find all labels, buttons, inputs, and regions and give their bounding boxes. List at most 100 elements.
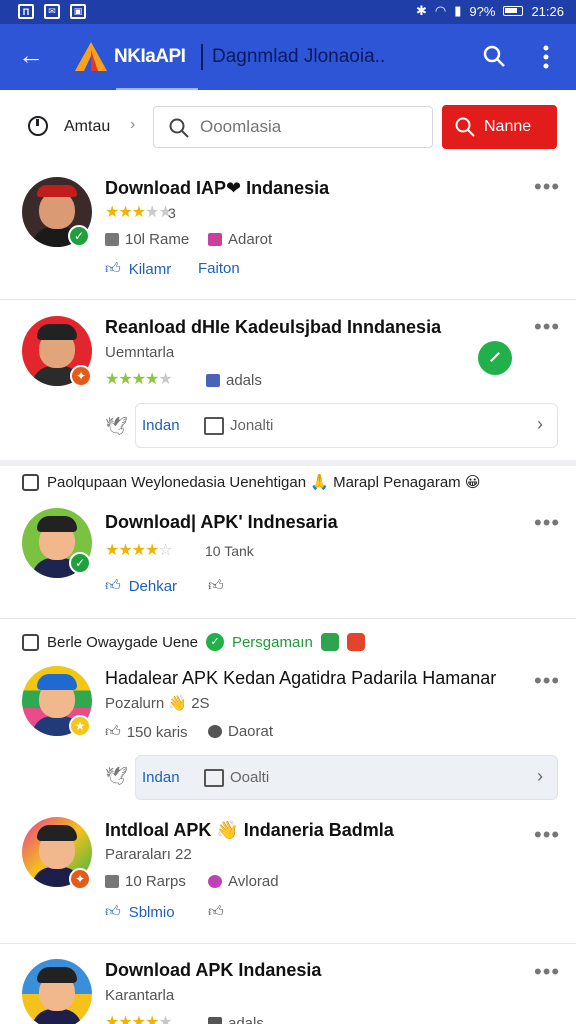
image-icon <box>208 233 222 246</box>
like-link[interactable]: 👍︎ Sblmio <box>105 903 175 921</box>
home-icon <box>105 875 119 888</box>
app-title[interactable]: Reanload dHIe Kadeulsjbad Inndanesia <box>105 317 441 338</box>
app-bar: ← NKIaAPI Dagnmlad Jlonaoia.. <box>0 24 576 90</box>
install-label[interactable]: Indan <box>142 417 180 434</box>
edit-fab-icon[interactable] <box>478 341 512 375</box>
app-subtitle: Pararaları 22 <box>105 846 192 863</box>
more-options-icon[interactable]: ••• <box>534 174 560 200</box>
star-rating: ★★★★★ <box>105 371 173 388</box>
thumbs-up-icon: 👍︎ <box>105 577 121 594</box>
action-link[interactable]: Faiton <box>198 260 240 277</box>
like-link[interactable]: 👍︎ Dehkar <box>105 577 177 595</box>
more-options-icon[interactable]: ••• <box>534 510 560 536</box>
timer-icon[interactable] <box>28 116 48 136</box>
person-icon <box>208 1017 222 1024</box>
search-icon[interactable] <box>482 44 506 68</box>
star-rating: ★★★★★ <box>105 204 173 221</box>
thumbs-up-icon: 👍︎ <box>105 723 121 740</box>
meta-likes: 👍︎ 150 karis <box>105 723 188 741</box>
thumbs-up-icon: 👍︎ <box>105 903 121 920</box>
section-divider <box>0 460 576 466</box>
thumbs-up-icon[interactable]: 👍︎ <box>208 903 224 921</box>
more-vert-icon[interactable] <box>536 44 556 70</box>
red-emoji-icon <box>346 633 365 651</box>
active-tab-indicator <box>116 88 198 90</box>
status-time: 21:26 <box>531 3 564 19</box>
app-title[interactable]: Download| APK' Indnesaria <box>105 512 338 533</box>
app-list-item[interactable]: ★ Hadalear APK Kedan Agatidra Padarila H… <box>0 660 576 810</box>
chevron-right-icon[interactable]: › <box>130 116 135 134</box>
more-options-icon[interactable]: ••• <box>534 314 560 340</box>
person-icon <box>206 374 220 387</box>
install-bar[interactable]: Indan Ooalti › <box>135 755 558 800</box>
app-subtitle: Uemntarla <box>105 344 175 361</box>
details-label: Jonalti <box>230 417 274 434</box>
green-emoji-icon <box>320 633 339 651</box>
app-list-item[interactable]: ✦ Intdloal APK 👋 Indaneria Badmla Parara… <box>0 812 576 942</box>
name-button-label: Nanne <box>484 118 532 135</box>
app-subtitle: Pozalurn 👋 2S <box>105 695 210 712</box>
checkbox[interactable] <box>22 633 39 651</box>
thumbs-up-icon[interactable]: 👍︎ <box>208 577 224 595</box>
more-options-icon[interactable]: ••• <box>534 822 560 848</box>
more-options-icon[interactable]: ••• <box>534 668 560 694</box>
name-search-button[interactable]: Nanne <box>442 105 557 149</box>
app-subtitle: Karantarla <box>105 987 175 1004</box>
notification-icon: П <box>18 4 34 19</box>
app-title[interactable]: Download APK Indanesia <box>105 960 321 981</box>
verified-badge-icon: ✓ <box>68 225 90 247</box>
app-title[interactable]: Intdloal APK 👋 Indaneria Badmla <box>105 820 394 841</box>
page-title: Dagnmlad Jlonaoia.. <box>212 46 386 67</box>
person-icon <box>208 875 222 888</box>
window-icon <box>204 769 224 787</box>
filter-row: Amtau › Nanne <box>0 92 576 160</box>
brand-name: NKIaAPI <box>114 46 186 67</box>
chevron-right-icon[interactable]: › <box>537 766 543 787</box>
like-link[interactable]: 👍︎ Kilamr <box>105 260 171 278</box>
signal-icon: ▮ <box>454 3 462 18</box>
app-list-item[interactable]: ✦ Reanload dHIe Kadeulsjbad Inndanesia U… <box>0 300 576 460</box>
app-logo-icon <box>75 42 107 71</box>
app-list-item[interactable]: ✓ Download IAP❤ Indanesia ★★★★★ 3 10l Ra… <box>0 162 576 298</box>
meta-developer: Adarot <box>208 231 272 248</box>
gallery-icon: ▣ <box>70 4 86 19</box>
avatar <box>22 959 92 1024</box>
search-box[interactable] <box>153 106 433 148</box>
meta-developer: adals <box>206 372 262 389</box>
status-bar: П ✉ ▣ ✱ ◠ ▮ 9?% 21:26 <box>0 0 576 24</box>
battery-icon <box>503 6 524 16</box>
section-header: Berle Owaygade Uene ✓ Persgamaın <box>22 633 365 651</box>
star-badge-icon: ★ <box>69 715 91 737</box>
back-arrow-icon[interactable]: ← <box>18 42 46 70</box>
meta-developer: adals <box>208 1015 264 1024</box>
meta-downloads: 10 Rarps <box>105 873 186 890</box>
checkbox[interactable] <box>22 473 39 491</box>
install-bar[interactable]: Indan Jonalti › <box>135 403 558 448</box>
meta-developer: Daorat <box>208 723 273 740</box>
divider <box>0 618 576 619</box>
install-label[interactable]: Indan <box>142 769 180 786</box>
details-label: Ooalti <box>230 769 270 786</box>
share-icon[interactable]: 🕊︎ <box>105 416 128 436</box>
app-title[interactable]: Download IAP❤ Indanesia <box>105 178 329 199</box>
meta-developer: Avlorad <box>208 873 279 890</box>
app-list-item[interactable]: Download APK Indanesia Karantarla ★★★★★ … <box>0 945 576 1024</box>
search-icon <box>169 118 189 138</box>
mail-icon: ✉ <box>44 4 60 19</box>
check-circle-icon: ✓ <box>205 633 224 651</box>
bluetooth-icon: ✱ <box>416 3 427 18</box>
flame-badge-icon: ✦ <box>69 868 91 890</box>
more-options-icon[interactable]: ••• <box>534 959 560 985</box>
verified-badge-icon: ✓ <box>69 552 91 574</box>
thumbs-up-icon: 👍︎ <box>105 260 121 277</box>
app-list-item[interactable]: ✓ Download| APK' Indnesaria ★★★★☆ 10 Tan… <box>0 500 576 610</box>
meta-downloads: 10l Rame <box>105 231 189 248</box>
sort-label[interactable]: Amtau <box>64 118 110 136</box>
star-rating: ★★★★★ <box>105 1014 173 1024</box>
flame-badge-icon: ✦ <box>70 365 92 387</box>
chevron-right-icon[interactable]: › <box>537 414 543 435</box>
window-icon <box>204 417 224 435</box>
share-icon[interactable]: 🕊︎ <box>105 766 128 786</box>
app-title[interactable]: Hadalear APK Kedan Agatidra Padarila Ham… <box>105 668 496 689</box>
search-input[interactable] <box>200 115 420 139</box>
